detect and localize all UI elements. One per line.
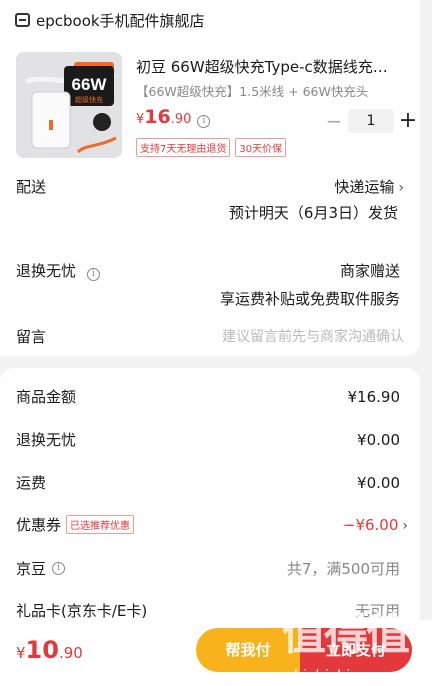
chevron-right-icon: ›	[402, 517, 408, 534]
product-price: ¥ 16 .90 i	[136, 106, 211, 128]
decrease-button[interactable]: −	[324, 109, 344, 133]
returns-fee-label: 退换无忧	[16, 431, 77, 449]
message-input[interactable]: 建议留言前先与商家沟通确认	[222, 326, 404, 346]
returns-label: 退换无忧	[16, 262, 77, 280]
price-summary-card: 商品金额 ¥16.90 退换无忧 ¥0.00 运费 ¥0.00 优惠券 已选推荐…	[0, 368, 420, 620]
chevron-right-icon: ›	[398, 180, 404, 196]
product-spec[interactable]: 【66W超级快充】1.5米线 + 66W快充头	[136, 81, 368, 100]
quantity-stepper: − 1 +	[324, 108, 418, 133]
coupon-row[interactable]: 优惠券 已选推荐优惠 −¥6.00 ›	[16, 514, 408, 535]
shipping-label: 运费	[16, 474, 47, 492]
jingdou-row[interactable]: 京豆 i 共7，满500可用	[16, 558, 400, 579]
price-info-icon[interactable]: i	[197, 115, 211, 128]
delivery-eta: 预计明天（6月3日）发货	[228, 204, 398, 222]
goods-amount-value: ¥16.90	[347, 387, 401, 406]
product-item: 66W 超级快充 初豆 66W超级快充Type-c数据线充… 【66W超级快充】…	[0, 40, 420, 162]
returns-fee-row: 退换无忧 ¥0.00	[16, 429, 400, 450]
shipping-value: ¥0.00	[357, 473, 400, 492]
product-image[interactable]: 66W 超级快充	[16, 52, 122, 158]
returns-row[interactable]: 退换无忧 i 商家赠送	[16, 260, 404, 281]
product-image-subtitle: 超级快充	[75, 95, 103, 104]
shipping-row: 运费 ¥0.00	[16, 472, 400, 493]
price-currency: ¥	[136, 112, 145, 127]
checkout-bar: ¥ 10 .90 帮我付 立即支付	[0, 620, 432, 686]
store-name: epcbook手机配件旗舰店	[36, 11, 205, 30]
coupon-amount: −¥6.00	[342, 515, 399, 534]
product-tags: 支持7天无理由退货 30天价保	[136, 138, 287, 157]
store-header[interactable]: epcbook手机配件旗舰店	[0, 0, 420, 40]
jingdou-value: 共7，满500可用	[286, 560, 400, 578]
total-currency: ¥	[16, 644, 26, 662]
tag-price-protect: 30天价保	[235, 138, 287, 157]
coupon-tag: 已选推荐优惠	[66, 515, 135, 534]
total-integer: 10	[25, 636, 59, 664]
goods-amount-label: 商品金额	[16, 388, 77, 406]
giftcard-row[interactable]: 礼品卡(京东卡/E卡) 无可用	[16, 600, 400, 621]
help-pay-button[interactable]: 帮我付	[196, 628, 300, 672]
tag-7day-return: 支持7天无理由退货	[136, 138, 231, 157]
returns-info-icon[interactable]: i	[86, 268, 100, 281]
delivery-method: 快递运输 ›	[334, 176, 404, 197]
coupon-value: −¥6.00 ›	[343, 516, 408, 534]
price-integer: 16	[144, 106, 171, 128]
goods-amount-row: 商品金额 ¥16.90	[16, 386, 400, 407]
returns-detail: 享运费补贴或免费取件服务	[219, 290, 400, 308]
jingdou-label: 京豆	[16, 560, 47, 578]
jingdou-info-icon[interactable]: i	[52, 562, 66, 575]
returns-value: 商家赠送	[339, 262, 400, 280]
order-detail-card: epcbook手机配件旗舰店 66W 超级快充 初豆 66W超级快充Type-c…	[0, 0, 420, 356]
increase-button[interactable]: +	[398, 108, 418, 133]
total-decimal: .90	[58, 644, 83, 662]
giftcard-value: 无可用	[354, 602, 400, 620]
product-image-title: 66W	[72, 75, 108, 94]
pay-now-button[interactable]: 立即支付	[300, 628, 412, 672]
message-label: 留言	[16, 328, 47, 346]
delivery-label: 配送	[16, 178, 47, 196]
price-decimal: .90	[170, 112, 192, 127]
returns-fee-value: ¥0.00	[357, 430, 400, 449]
total-price: ¥ 10 .90	[16, 636, 83, 664]
message-row: 留言 建议留言前先与商家沟通确认	[16, 326, 404, 347]
delivery-row[interactable]: 配送 快递运输 ›	[16, 176, 404, 197]
delivery-method-text: 快递运输	[334, 178, 395, 196]
store-icon	[15, 13, 30, 27]
product-title[interactable]: 初豆 66W超级快充Type-c数据线充…	[136, 56, 408, 77]
quantity-input[interactable]: 1	[348, 108, 394, 133]
coupon-label: 优惠券	[16, 516, 62, 534]
giftcard-label: 礼品卡(京东卡/E卡)	[16, 602, 148, 620]
